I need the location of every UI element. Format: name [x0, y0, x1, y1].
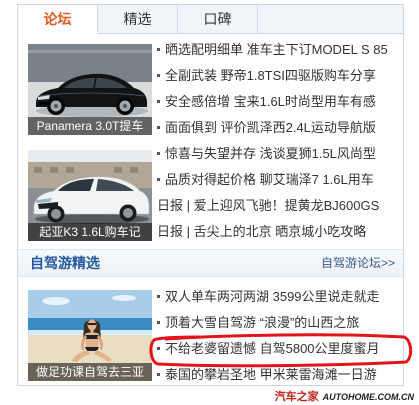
list-item-title[interactable]: 面面俱到 评价凯泽西2.4L运动导航版	[165, 120, 376, 135]
list-item[interactable]: 品质对得起价格 聊艾瑞泽7 1.6L用车	[157, 167, 400, 193]
section-header: 自驾游精选 自驾游论坛>>	[18, 249, 403, 277]
list-item-title[interactable]: 晒选配明细单 准车主下订MODEL S 85	[165, 42, 388, 57]
featured-thumbnail[interactable]: 起亚K3 1.6L购车记	[28, 150, 152, 241]
list-item-title[interactable]: 全副武装 野帝1.8TSI四驱版购车分享	[165, 68, 376, 83]
thumbnail-caption[interactable]: 做足功课自驾去三亚	[28, 363, 152, 381]
watermark-domain: AUTOHOME.COM.CN	[322, 392, 414, 402]
bullet-icon	[157, 321, 160, 325]
bullet-icon	[157, 48, 160, 52]
more-link[interactable]: 自驾游论坛>>	[321, 250, 395, 276]
list-item[interactable]: 惊喜与失望并存 浅谈夏狮1.5L风尚型	[157, 141, 400, 167]
tab-label: 精选	[123, 11, 152, 27]
featured-thumbnail[interactable]: Panamera 3.0T提车	[28, 44, 152, 135]
tab-bar: 论坛 精选 口碑	[18, 5, 403, 34]
list-item-title[interactable]: 日报 | 爱上迎风飞驰！提黄龙BJ600GS	[157, 198, 379, 213]
bullet-icon	[157, 152, 160, 156]
tab-featured[interactable]: 精选	[98, 5, 178, 34]
list-item[interactable]: 面面俱到 评价凯泽西2.4L运动导航版	[157, 115, 400, 141]
tab-label: 论坛	[43, 11, 72, 27]
section-title: 自驾游精选	[30, 255, 100, 271]
list-item-title[interactable]: 不给老婆留遗憾 自驾5800公里度蜜月	[165, 341, 380, 356]
list-item[interactable]: 泰国的攀岩圣地 甲米莱雷海滩一日游	[157, 362, 400, 388]
bullet-icon	[157, 347, 160, 351]
bullet-icon	[157, 295, 160, 299]
bullet-icon	[157, 74, 160, 78]
list-item-title[interactable]: 安全感倍增 宝来1.6L时尚型用车有感	[165, 94, 376, 109]
selfdrive-post-list: 双人单车两河两湖 3599公里说走就走 顶着大雪自驾游 “浪漫”的山西之旅 不给…	[157, 284, 400, 388]
bullet-icon	[157, 100, 160, 104]
forum-post-list: 晒选配明细单 准车主下订MODEL S 85 全副武装 野帝1.8TSI四驱版购…	[157, 37, 400, 141]
list-item[interactable]: 全副武装 野帝1.8TSI四驱版购车分享	[157, 63, 400, 89]
tab-label: 口碑	[203, 11, 232, 27]
list-item-title[interactable]: 顶着大雪自驾游 “浪漫”的山西之旅	[165, 315, 359, 330]
list-item-title[interactable]: 品质对得起价格 聊艾瑞泽7 1.6L用车	[165, 172, 374, 187]
watermark-logo: 汽车之家 AUTOHOME.COM.CN	[275, 389, 414, 403]
thumbnail-caption[interactable]: Panamera 3.0T提车	[28, 117, 152, 135]
daily-report-item[interactable]: 日报 | 舌尖上的北京 晒京城小吃攻略	[157, 219, 400, 245]
daily-report-item[interactable]: 日报 | 爱上迎风飞驰！提黄龙BJ600GS	[157, 193, 400, 219]
featured-thumbnail[interactable]: 做足功课自驾去三亚	[28, 290, 152, 381]
list-item-title[interactable]: 日报 | 舌尖上的北京 晒京城小吃攻略	[157, 224, 366, 239]
forum-post-list: 惊喜与失望并存 浅谈夏狮1.5L风尚型 品质对得起价格 聊艾瑞泽7 1.6L用车…	[157, 141, 400, 245]
list-item-title[interactable]: 泰国的攀岩圣地 甲米莱雷海滩一日游	[165, 367, 377, 382]
list-item[interactable]: 双人单车两河两湖 3599公里说走就走	[157, 284, 400, 310]
bullet-icon	[157, 178, 160, 182]
list-item-title[interactable]: 惊喜与失望并存 浅谈夏狮1.5L风尚型	[165, 146, 376, 161]
list-item[interactable]: 安全感倍增 宝来1.6L时尚型用车有感	[157, 89, 400, 115]
list-item[interactable]: 顶着大雪自驾游 “浪漫”的山西之旅	[157, 310, 400, 336]
tab-reviews[interactable]: 口碑	[178, 5, 258, 34]
list-item-title[interactable]: 双人单车两河两湖 3599公里说走就走	[165, 289, 380, 304]
tab-forum[interactable]: 论坛	[18, 5, 98, 34]
bullet-icon	[157, 373, 160, 377]
thumbnail-caption[interactable]: 起亚K3 1.6L购车记	[28, 223, 152, 241]
watermark-brand: 汽车之家	[274, 391, 319, 403]
list-item[interactable]: 晒选配明细单 准车主下订MODEL S 85	[157, 37, 400, 63]
list-item-highlighted[interactable]: 不给老婆留遗憾 自驾5800公里度蜜月	[157, 336, 400, 362]
bullet-icon	[157, 126, 160, 130]
